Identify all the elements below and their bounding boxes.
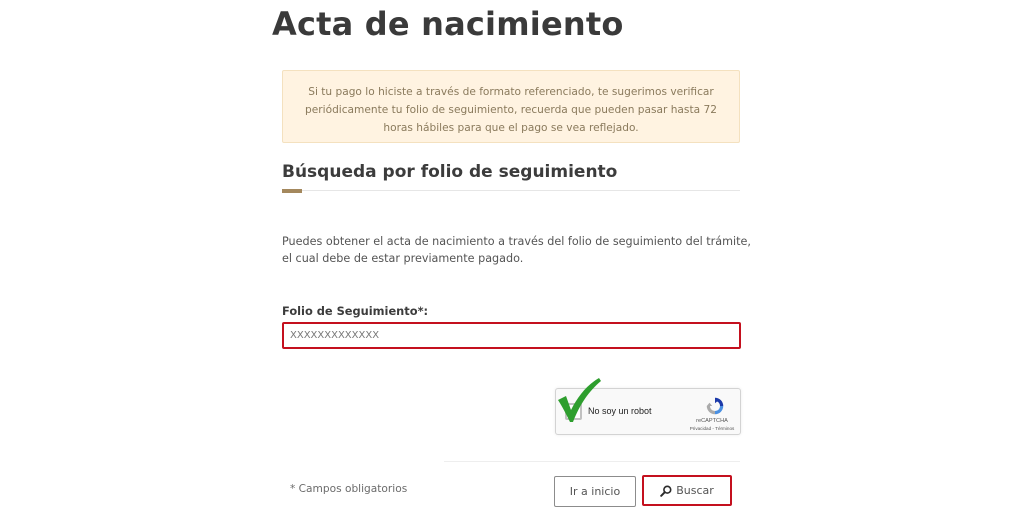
folio-input[interactable] bbox=[282, 322, 741, 349]
recaptcha-label: No soy un robot bbox=[588, 406, 652, 416]
search-icon bbox=[660, 484, 672, 497]
folio-label: Folio de Seguimiento*: bbox=[282, 304, 429, 318]
required-fields-note: * Campos obligatorios bbox=[290, 483, 408, 495]
home-button-label: Ir a inicio bbox=[569, 485, 621, 498]
search-button[interactable]: Buscar bbox=[642, 475, 732, 506]
section-title: Búsqueda por folio de seguimiento bbox=[282, 162, 618, 182]
recaptcha-logo-icon bbox=[706, 397, 724, 415]
section-description: Puedes obtener el acta de nacimiento a t… bbox=[282, 235, 751, 265]
payment-notice-text: Si tu pago lo hiciste a través de format… bbox=[305, 86, 717, 134]
section-divider bbox=[282, 190, 740, 191]
home-button[interactable]: Ir a inicio bbox=[554, 476, 636, 507]
recaptcha-brand: reCAPTCHA bbox=[696, 418, 728, 424]
page: Acta de nacimiento Si tu pago lo hiciste… bbox=[0, 0, 1024, 512]
recaptcha-checkbox[interactable] bbox=[565, 403, 582, 420]
page-title: Acta de nacimiento bbox=[272, 5, 624, 43]
payment-notice: Si tu pago lo hiciste a través de format… bbox=[282, 70, 740, 143]
recaptcha-terms-link[interactable]: Privacidad - Términos bbox=[683, 426, 741, 431]
recaptcha-widget: No soy un robot reCAPTCHA Privacidad - T… bbox=[555, 388, 741, 435]
section-accent-bar bbox=[282, 189, 302, 193]
search-button-label: Buscar bbox=[676, 484, 714, 497]
footer-divider bbox=[444, 461, 740, 462]
